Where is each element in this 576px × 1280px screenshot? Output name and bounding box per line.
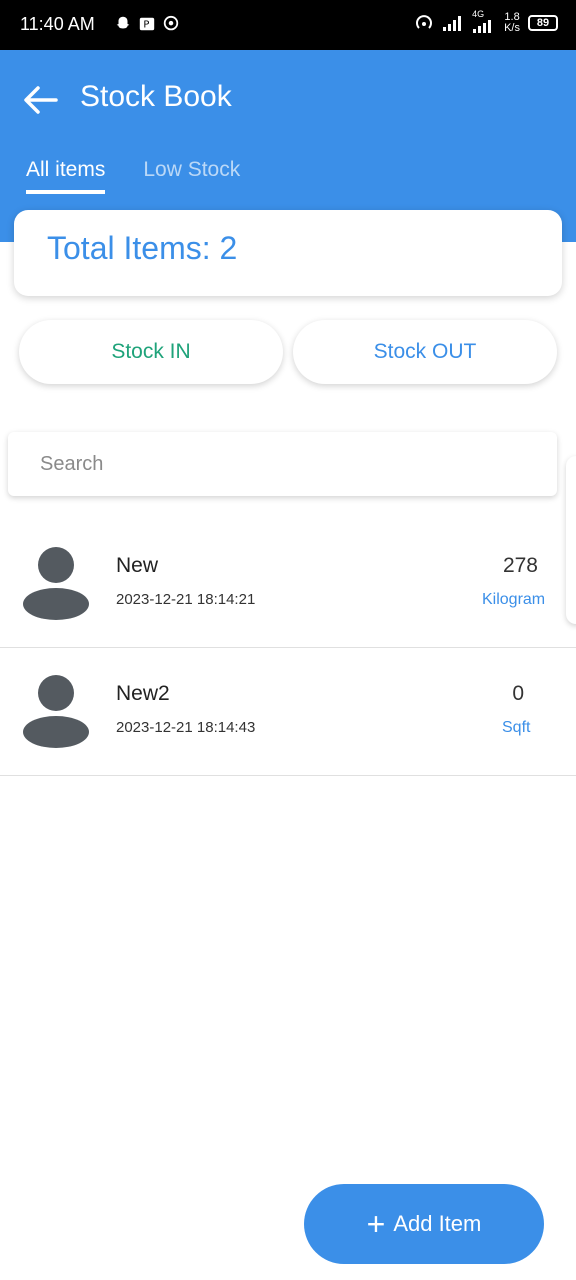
tab-low-stock[interactable]: Low Stock xyxy=(143,158,240,194)
status-left-icons: P xyxy=(114,14,180,34)
net-speed: 1.8 K/s xyxy=(504,11,520,34)
person-avatar-icon xyxy=(23,675,89,748)
item-timestamp: 2023-12-21 18:14:43 xyxy=(116,719,256,736)
parking-icon: P xyxy=(139,17,155,31)
signal-4g-icon: 4G xyxy=(472,9,496,33)
item-unit: Kilogram xyxy=(482,591,546,608)
tab-bar: All items Low Stock xyxy=(26,158,240,194)
item-quantity: 0 xyxy=(512,682,524,705)
item-unit: Sqft xyxy=(502,719,531,736)
back-button[interactable] xyxy=(20,80,60,120)
stock-in-button[interactable]: Stock IN xyxy=(19,320,283,384)
search-input[interactable] xyxy=(8,432,557,496)
tab-all-items[interactable]: All items xyxy=(26,158,106,194)
list-item[interactable]: New2 2023-12-21 18:14:43 0 Sqft xyxy=(0,648,576,776)
snapchat-icon xyxy=(116,16,130,29)
hotspot-icon xyxy=(416,15,433,29)
item-timestamp: 2023-12-21 18:14:21 xyxy=(116,591,256,608)
item-name: New2 xyxy=(116,682,170,705)
stock-out-button[interactable]: Stock OUT xyxy=(293,320,557,384)
arrow-left-icon xyxy=(24,86,58,114)
item-quantity: 278 xyxy=(502,554,538,577)
plus-icon: + xyxy=(366,1206,386,1242)
list-item[interactable]: New 2023-12-21 18:14:21 278 Kilogram xyxy=(0,520,576,648)
page-title: Stock Book xyxy=(80,80,232,113)
person-avatar-icon xyxy=(23,547,89,620)
status-right: 4G 1.8 K/s 89 xyxy=(414,9,558,34)
location-icon xyxy=(163,15,179,31)
total-items-text: Total Items: 2 xyxy=(47,230,238,266)
signal-icon xyxy=(443,16,462,31)
total-items-card: Total Items: 2 xyxy=(14,210,562,296)
status-time: 11:40 AM xyxy=(20,14,95,34)
add-item-button[interactable]: + Add Item xyxy=(304,1184,544,1264)
search-box xyxy=(8,432,557,496)
add-item-label: Add Item xyxy=(393,1211,482,1236)
items-list: New 2023-12-21 18:14:21 278 Kilogram New… xyxy=(0,520,576,776)
item-name: New xyxy=(116,554,159,577)
battery-indicator: 89 xyxy=(528,15,558,31)
svg-text:P: P xyxy=(143,20,149,31)
status-bar: 11:40 AM P 4G 1.8 K/s 89 xyxy=(0,0,576,50)
